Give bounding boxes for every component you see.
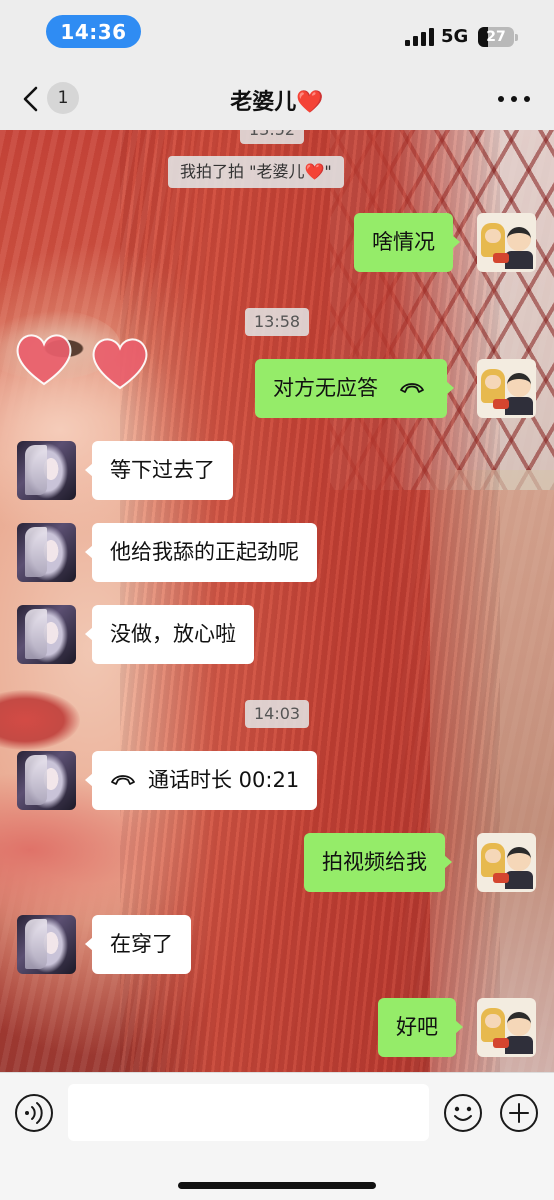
battery-level: 27	[486, 29, 506, 45]
chat-area[interactable]: 13:52 我拍了拍 "老婆儿❤️" 啥情况 13:58 对方无应答 等下过去了…	[0, 130, 554, 1072]
message-bubble-contact[interactable]: 没做，放心啦	[85, 605, 254, 664]
battery-icon: 27	[478, 27, 518, 47]
timestamp: 14:03	[245, 700, 310, 728]
message-bubble-self[interactable]: 啥情况	[354, 213, 460, 272]
chat-title: 老婆儿❤️	[230, 90, 324, 115]
call-status-bubble[interactable]: 对方无应答	[255, 359, 454, 418]
home-indicator[interactable]	[178, 1182, 376, 1189]
pat-notice: 我拍了拍 "老婆儿❤️"	[168, 156, 344, 188]
avatar-self[interactable]	[477, 359, 536, 418]
message-bubble-contact[interactable]: 在穿了	[85, 915, 191, 974]
plus-icon[interactable]	[499, 1093, 539, 1133]
status-bar: 14:36 5G 27	[0, 0, 554, 68]
more-icon[interactable]	[498, 96, 530, 104]
pat-text: 我拍了拍 "老婆儿	[180, 162, 305, 181]
phone-hangup-icon	[111, 775, 135, 785]
avatar-contact[interactable]	[17, 523, 76, 582]
heart-sticker-icon	[16, 334, 72, 386]
pat-heart: ❤️	[304, 162, 325, 181]
message-bubble-self[interactable]: 拍视频给我	[304, 833, 452, 892]
pat-text-end: "	[324, 162, 332, 181]
message-input[interactable]	[68, 1084, 429, 1141]
phone-hangup-icon	[399, 383, 424, 393]
message-bubble-contact[interactable]: 他给我舔的正起劲呢	[85, 523, 317, 582]
network-type: 5G	[441, 26, 469, 47]
avatar-self[interactable]	[477, 833, 536, 892]
heart-sticker-icon	[92, 338, 148, 390]
message-bubble-self[interactable]: 好吧	[378, 998, 463, 1057]
status-time: 14:36	[46, 15, 141, 48]
avatar-contact[interactable]	[17, 441, 76, 500]
input-bar	[0, 1072, 554, 1200]
timestamp: 13:58	[245, 308, 310, 336]
unread-badge[interactable]: 1	[47, 82, 79, 114]
emoji-icon[interactable]	[443, 1093, 483, 1133]
message-bubble-contact[interactable]: 等下过去了	[85, 441, 233, 500]
call-status-text: 对方无应答	[273, 376, 378, 400]
call-duration-bubble[interactable]: 通话时长 00:21	[84, 751, 318, 810]
avatar-contact[interactable]	[17, 915, 76, 974]
timestamp: 13:52	[240, 130, 305, 144]
avatar-self[interactable]	[477, 213, 536, 272]
voice-icon[interactable]	[14, 1093, 54, 1133]
avatar-self[interactable]	[477, 998, 536, 1057]
avatar-contact[interactable]	[17, 605, 76, 664]
call-duration-text: 通话时长 00:21	[148, 768, 300, 792]
avatar-contact[interactable]	[17, 751, 76, 810]
background-lips	[0, 690, 80, 750]
signal-icon	[405, 28, 435, 46]
chat-header: 老婆儿❤️	[0, 68, 554, 130]
